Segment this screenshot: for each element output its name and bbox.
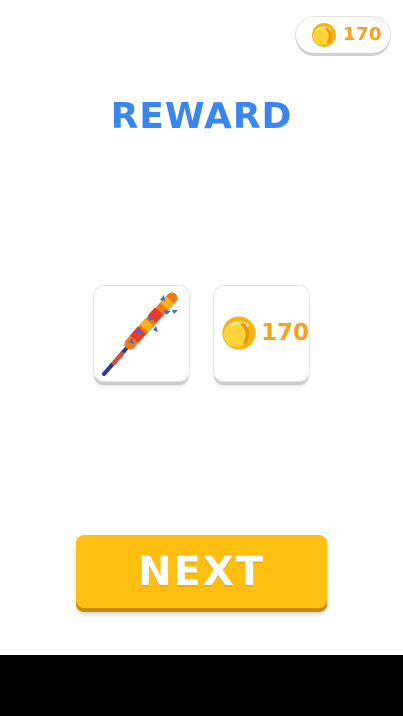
reward-screen: 170 REWARD 170 NEXT xyxy=(0,0,403,655)
reward-card-weapon xyxy=(94,286,189,381)
spiked-bat-icon xyxy=(102,292,178,376)
next-button[interactable]: NEXT xyxy=(76,535,327,608)
page-title: REWARD xyxy=(110,96,293,137)
coin-balance-value: 170 xyxy=(343,24,383,45)
reward-card-coins: 170 xyxy=(214,286,309,381)
next-button-label: NEXT xyxy=(138,548,265,595)
gold-coin-icon xyxy=(312,23,336,47)
reward-coin-amount: 170 xyxy=(261,320,310,346)
system-navigation-bar xyxy=(0,655,403,716)
gold-coin-icon xyxy=(222,316,256,350)
coin-balance: 170 xyxy=(296,17,390,53)
